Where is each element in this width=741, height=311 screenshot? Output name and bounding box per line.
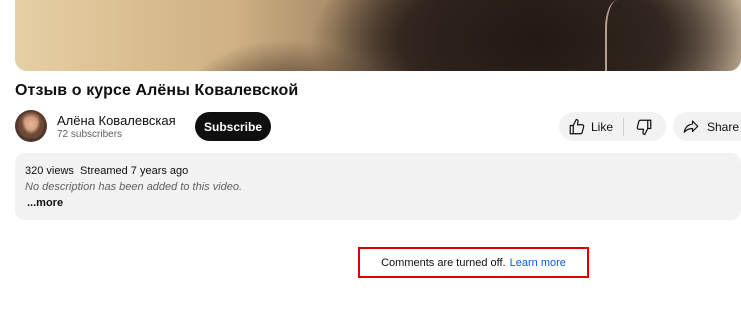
channel-avatar[interactable]: [15, 110, 47, 142]
stream-date: Streamed 7 years ago: [80, 165, 189, 177]
thumbs-down-icon: [635, 118, 653, 136]
share-arrow-icon: [682, 118, 700, 136]
like-dislike-group: Like: [559, 112, 666, 141]
comments-disabled-notice: Comments are turned off. Learn more: [358, 247, 589, 278]
show-more-link[interactable]: ...more: [27, 197, 63, 209]
share-label: Share: [707, 119, 740, 134]
comments-notice-text: Comments are turned off.: [381, 256, 506, 269]
share-button[interactable]: Share: [673, 112, 741, 141]
video-meta: 320 views Streamed 7 years ago: [25, 165, 188, 177]
learn-more-link[interactable]: Learn more: [510, 257, 566, 269]
like-label: Like: [591, 119, 614, 134]
video-player-bottom[interactable]: [15, 0, 741, 71]
description-text: No description has been added to this vi…: [25, 181, 243, 193]
like-button[interactable]: Like: [559, 112, 623, 141]
channel-row: Алёна Ковалевская 72 subscribers Subscri…: [15, 110, 741, 144]
channel-name[interactable]: Алёна Ковалевская: [57, 113, 176, 128]
subscribe-button[interactable]: Subscribe: [195, 112, 271, 141]
description-box[interactable]: 320 views Streamed 7 years ago No descri…: [15, 153, 741, 220]
video-title: Отзыв о курсе Алёны Ковалевской: [15, 82, 299, 99]
dislike-button[interactable]: [624, 112, 664, 141]
video-frame-detail: [605, 0, 637, 71]
subscriber-count: 72 subscribers: [57, 129, 123, 140]
thumbs-up-icon: [568, 118, 586, 136]
view-count: 320 views: [25, 165, 74, 177]
